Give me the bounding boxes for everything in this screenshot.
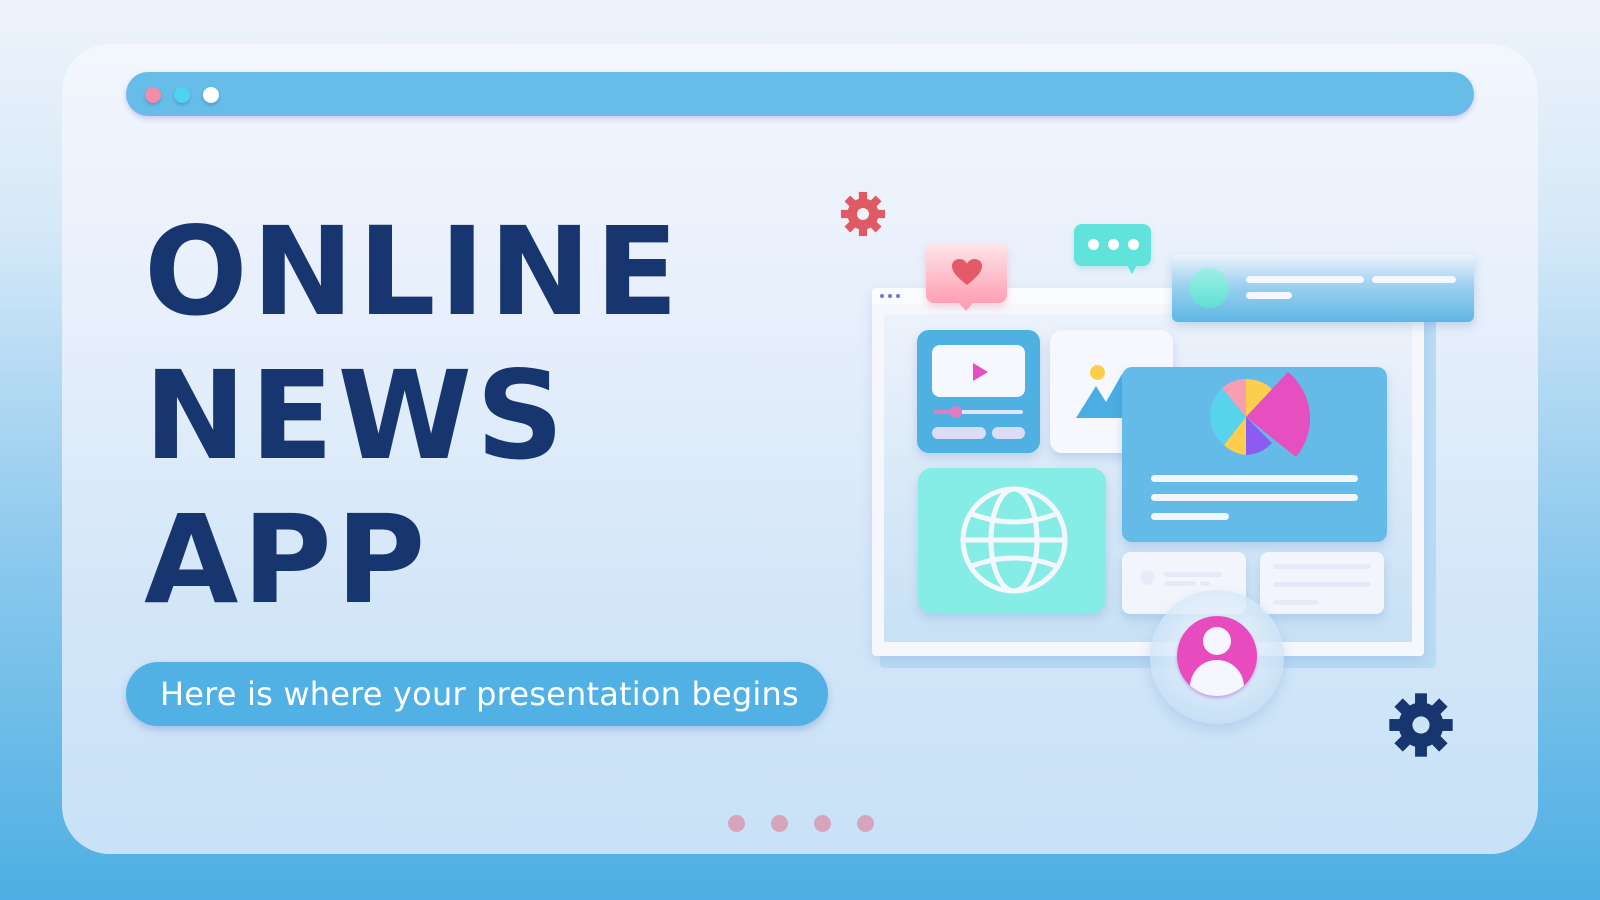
title-line: APP	[144, 489, 430, 631]
text-line	[1273, 564, 1371, 569]
text-line	[1151, 513, 1229, 520]
video-card	[917, 330, 1040, 453]
subtitle: Here is where your presentation begins	[126, 662, 828, 726]
page-title: ONLINE NEWS APP	[144, 200, 682, 632]
user-profile-badge	[1150, 590, 1284, 724]
small-card	[1260, 552, 1384, 614]
profile-banner	[1172, 254, 1474, 322]
text-line	[1372, 276, 1456, 283]
window-minimize-dot[interactable]	[174, 87, 190, 103]
user-icon	[1177, 616, 1257, 696]
window-close-dot[interactable]	[145, 87, 161, 103]
window-dots-icon	[880, 294, 900, 298]
text-line	[1151, 494, 1358, 501]
avatar-placeholder	[1140, 570, 1155, 585]
pager-dot[interactable]	[814, 815, 831, 832]
avatar	[1189, 268, 1229, 308]
text-line	[1200, 581, 1210, 586]
video-button	[932, 427, 986, 439]
video-button	[992, 427, 1025, 439]
article-card	[1122, 367, 1387, 542]
text-line	[1246, 276, 1364, 283]
pie-chart-icon	[1210, 372, 1311, 457]
title-line: ONLINE	[144, 201, 683, 343]
heart-icon	[952, 259, 982, 285]
gear-icon	[840, 191, 886, 237]
title-line: NEWS	[144, 345, 568, 487]
slide-pager	[728, 815, 874, 832]
browser-bar	[126, 72, 1474, 116]
pager-dot[interactable]	[857, 815, 874, 832]
window-maximize-dot[interactable]	[203, 87, 219, 103]
pager-dot[interactable]	[728, 815, 745, 832]
like-notification	[926, 243, 1007, 311]
text-line	[1273, 600, 1319, 605]
video-progress-knob	[950, 406, 963, 418]
pager-dot[interactable]	[771, 815, 788, 832]
gear-icon	[1389, 693, 1453, 757]
video-screen	[932, 345, 1025, 397]
chat-bubble-icon	[1074, 224, 1151, 274]
text-line	[1164, 572, 1222, 577]
text-line	[1164, 581, 1196, 586]
globe-icon	[960, 486, 1068, 594]
text-line	[1273, 582, 1371, 587]
text-line	[1151, 475, 1358, 482]
globe-card	[918, 468, 1106, 613]
text-line	[1246, 292, 1292, 299]
play-icon	[973, 363, 988, 381]
